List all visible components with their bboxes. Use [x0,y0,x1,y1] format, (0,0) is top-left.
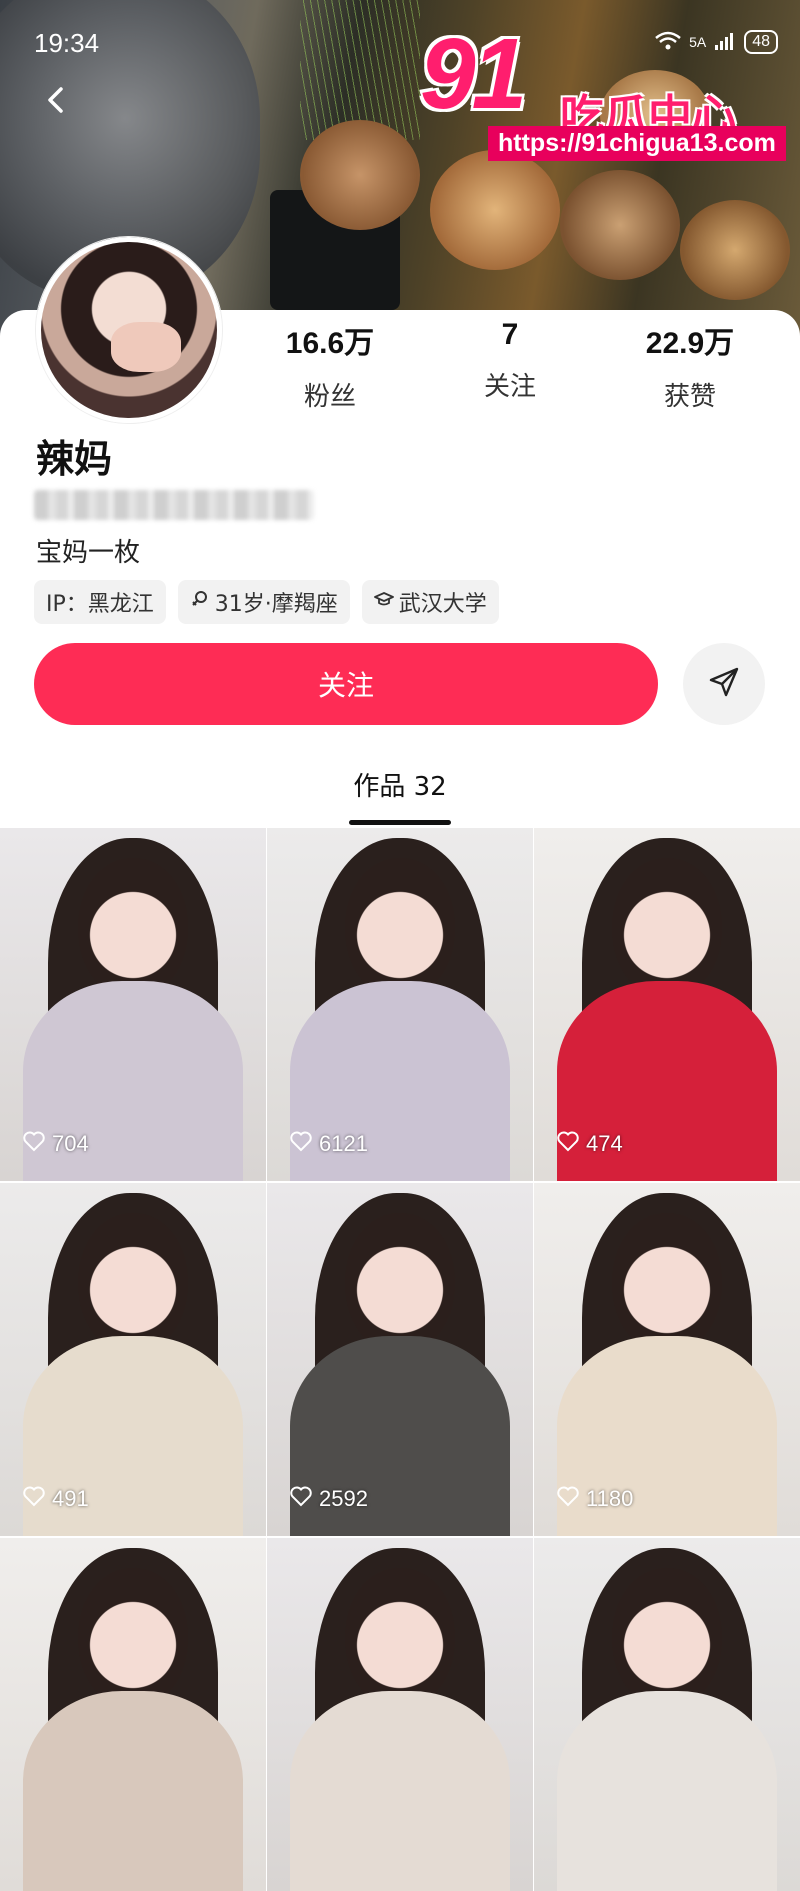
tab-works[interactable]: 作品 32 [320,766,480,803]
battery-indicator: 48 [744,30,778,54]
female-icon [190,589,210,615]
stat-label: 获赞 [663,382,716,412]
profile-stats: 16.6万 粉丝 7 关注 22.9万 获赞 [240,318,800,413]
like-count: 2592 [289,1484,368,1514]
stat-following[interactable]: 7 关注 [420,318,600,413]
heart-icon [289,1484,313,1514]
graduation-cap-icon [373,589,394,615]
send-message-button[interactable] [683,643,765,725]
stat-value: 16.6万 [285,327,375,360]
heart-icon [22,1484,46,1514]
video-thumbnail[interactable]: 474 [534,828,800,1181]
video-thumbnail[interactable] [267,1538,533,1891]
video-thumbnail[interactable]: 491 [0,1183,266,1536]
send-icon [707,665,741,703]
tag-age: 31岁·摩羯座 [177,580,350,624]
status-icons: 5A 48 [655,30,778,54]
stat-value: 22.9万 [645,327,735,360]
stat-likes[interactable]: 22.9万 获赞 [600,318,780,413]
follow-button[interactable]: 关注 [34,643,658,725]
profile-bio: 宝妈一枚 [36,538,141,568]
video-thumbnail[interactable]: 6121 [267,828,533,1181]
back-arrow-icon[interactable] [42,86,70,114]
stat-value: 7 [501,318,519,351]
heart-icon [289,1129,313,1159]
tag-ip-location: IP：黑龙江 [34,580,166,624]
stat-followers[interactable]: 16.6万 粉丝 [240,318,420,413]
heart-icon [22,1129,46,1159]
like-count: 474 [556,1129,623,1159]
heart-icon [556,1129,580,1159]
watermark-url: https://91chigua13.com [488,126,786,161]
stat-label: 粉丝 [303,382,356,412]
watermark-number: 91 [420,18,527,130]
like-count: 6121 [289,1129,368,1159]
video-thumbnail[interactable]: 704 [0,828,266,1181]
tag-label: IP：黑龙江 [46,592,154,617]
outfit [557,1691,777,1891]
like-count: 491 [22,1484,89,1514]
tag-label: 武汉大学 [398,592,487,617]
signal-icon [714,31,736,54]
profile-name: 辣妈 [36,437,113,481]
outfit [23,1691,243,1891]
avatar[interactable] [36,237,222,423]
tab-active-indicator [349,820,451,825]
status-time: 19:34 [34,28,100,58]
video-grid: 704 6121 474 491 2592 1180 [0,828,800,1891]
network-label: 5A [689,34,707,50]
profile-tags: IP：黑龙江 31岁·摩羯座 武汉大学 [34,580,499,624]
video-thumbnail[interactable]: 2592 [267,1183,533,1536]
video-thumbnail[interactable] [0,1538,266,1891]
tag-label: 31岁·摩羯座 [214,592,338,617]
outfit [290,1691,510,1891]
wifi-icon [655,31,681,54]
blurred-account-id [34,490,314,520]
video-thumbnail[interactable]: 1180 [534,1183,800,1536]
heart-icon [556,1484,580,1514]
stat-label: 关注 [483,372,536,402]
like-count: 1180 [556,1484,633,1514]
tag-school[interactable]: 武汉大学 [361,580,499,624]
video-thumbnail[interactable] [534,1538,800,1891]
like-count: 704 [22,1129,89,1159]
